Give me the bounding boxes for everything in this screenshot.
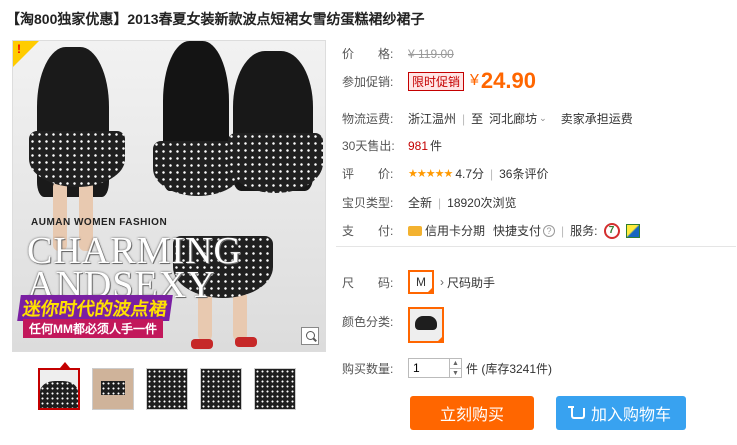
credit-card-icon <box>408 225 422 236</box>
section-divider <box>336 246 736 247</box>
help-icon[interactable]: ? <box>543 224 556 237</box>
item-condition: 全新 <box>408 196 433 210</box>
thumbnail-5[interactable] <box>254 368 296 410</box>
product-title: 【淘800独家优惠】2013春夏女装新款波点短裙女雪纺蛋糕裙纱裙子 <box>6 11 425 27</box>
shipping-row: 物流运费: 浙江温州 | 至 河北廊坊 ⌄ 卖家承担运费 <box>342 110 633 127</box>
item-type-row: 宝贝类型: 全新 | 18920次浏览 <box>342 195 517 211</box>
reviews-link[interactable]: 36条评价 <box>499 165 548 182</box>
guarantee-icon[interactable] <box>625 223 640 238</box>
promo-label: 参加促销: <box>342 74 394 89</box>
model-leg <box>233 291 247 341</box>
decrement-icon[interactable]: ▼ <box>450 368 461 378</box>
price-row: 价 格: ¥ 119.00 <box>342 45 454 62</box>
ship-from: 浙江温州 <box>408 112 457 126</box>
price-label: 价 格: <box>342 47 394 61</box>
sales-label: 30天售出: <box>342 139 395 153</box>
sales-row: 30天售出: 981 件 <box>342 137 442 154</box>
cart-icon <box>567 405 585 419</box>
promo-price: 24.90 <box>480 68 536 93</box>
thumbnail-4[interactable] <box>200 368 242 410</box>
buy-now-button[interactable]: 立刻购买 <box>410 396 534 430</box>
star-rating-icon: ★★★★★ <box>408 168 453 180</box>
sold-unit: 件 <box>430 139 443 153</box>
polka-dot-skirt <box>228 133 323 193</box>
thumbnail-1[interactable] <box>38 368 80 410</box>
seven-day-return-icon[interactable]: 7 <box>603 222 620 239</box>
exclamation-icon: ! <box>17 42 21 56</box>
color-label: 颜色分类: <box>342 315 394 329</box>
thumbnail-2[interactable] <box>92 368 134 410</box>
zoom-icon[interactable] <box>301 327 319 345</box>
shipping-fee: 卖家承担运费 <box>560 112 633 126</box>
increment-icon[interactable]: ▲ <box>450 359 461 368</box>
add-to-cart-label: 加入购物车 <box>590 407 671 424</box>
quantity-row: 购买数量: ▲ ▼ 件 (库存3241件) <box>342 358 552 378</box>
polka-dot-skirt <box>29 131 125 187</box>
quantity-input[interactable] <box>409 359 449 377</box>
item-type-label: 宝贝类型: <box>342 196 394 210</box>
buy-now-label: 立刻购买 <box>439 407 504 424</box>
red-heel-shoe <box>235 337 257 347</box>
size-helper-link[interactable]: 尺码助手 <box>447 274 495 291</box>
credit-installment[interactable]: 信用卡分期 <box>425 222 485 239</box>
image-promo-text: 迷你时代的波点裙 <box>17 295 173 321</box>
view-count: 18920次浏览 <box>447 196 517 210</box>
payment-row: 支 付: 信用卡分期 快捷支付 ? | 服务: 7 <box>342 222 640 239</box>
service-label: 服务: <box>570 224 598 238</box>
rating-row: 评 价: ★★★★★ 4.7分 | 36条评价 <box>342 165 549 182</box>
thumbnail-strip <box>38 368 296 410</box>
image-promo-subtext: 任何MM都必须人手一件 <box>23 319 163 338</box>
add-to-cart-button[interactable]: 加入购物车 <box>556 396 686 430</box>
rating-label: 评 价: <box>342 167 394 181</box>
color-row: 颜色分类: <box>342 307 444 343</box>
brand-line: AUMAN WOMEN FASHION <box>31 217 168 228</box>
thumbnail-3[interactable] <box>146 368 188 410</box>
red-heel-shoe <box>191 339 213 349</box>
ship-to-prefix: 至 <box>471 112 484 126</box>
quantity-stepper[interactable]: ▲ ▼ <box>408 358 462 378</box>
quick-pay[interactable]: 快捷支付 <box>493 222 541 239</box>
stock-text: 件 (库存3241件) <box>466 361 553 376</box>
promo-row: 参加促销: 限时促销 ¥ 24.90 <box>342 68 536 94</box>
currency-symbol: ¥ <box>470 72 479 89</box>
color-option-black[interactable] <box>408 307 444 343</box>
shipping-label: 物流运费: <box>342 112 394 126</box>
size-row: 尺 码: M › 尺码助手 <box>342 270 495 294</box>
ship-to-dropdown[interactable]: 河北廊坊 <box>489 110 537 127</box>
chevron-right-icon: › <box>440 275 444 289</box>
size-option-m[interactable]: M <box>408 270 434 294</box>
main-product-image[interactable]: ! AUMAN WOMEN FASHION CHARMING ANDSEXY 迷… <box>12 40 326 352</box>
sold-count: 981 <box>408 138 429 153</box>
rating-score: 4.7分 <box>455 167 484 181</box>
limited-promo-badge: 限时促销 <box>408 71 465 91</box>
payment-label: 支 付: <box>342 224 394 238</box>
size-label: 尺 码: <box>342 275 394 290</box>
chevron-down-icon[interactable]: ⌄ <box>539 113 547 124</box>
quantity-label: 购买数量: <box>342 361 394 376</box>
original-price: ¥ 119.00 <box>408 46 454 61</box>
